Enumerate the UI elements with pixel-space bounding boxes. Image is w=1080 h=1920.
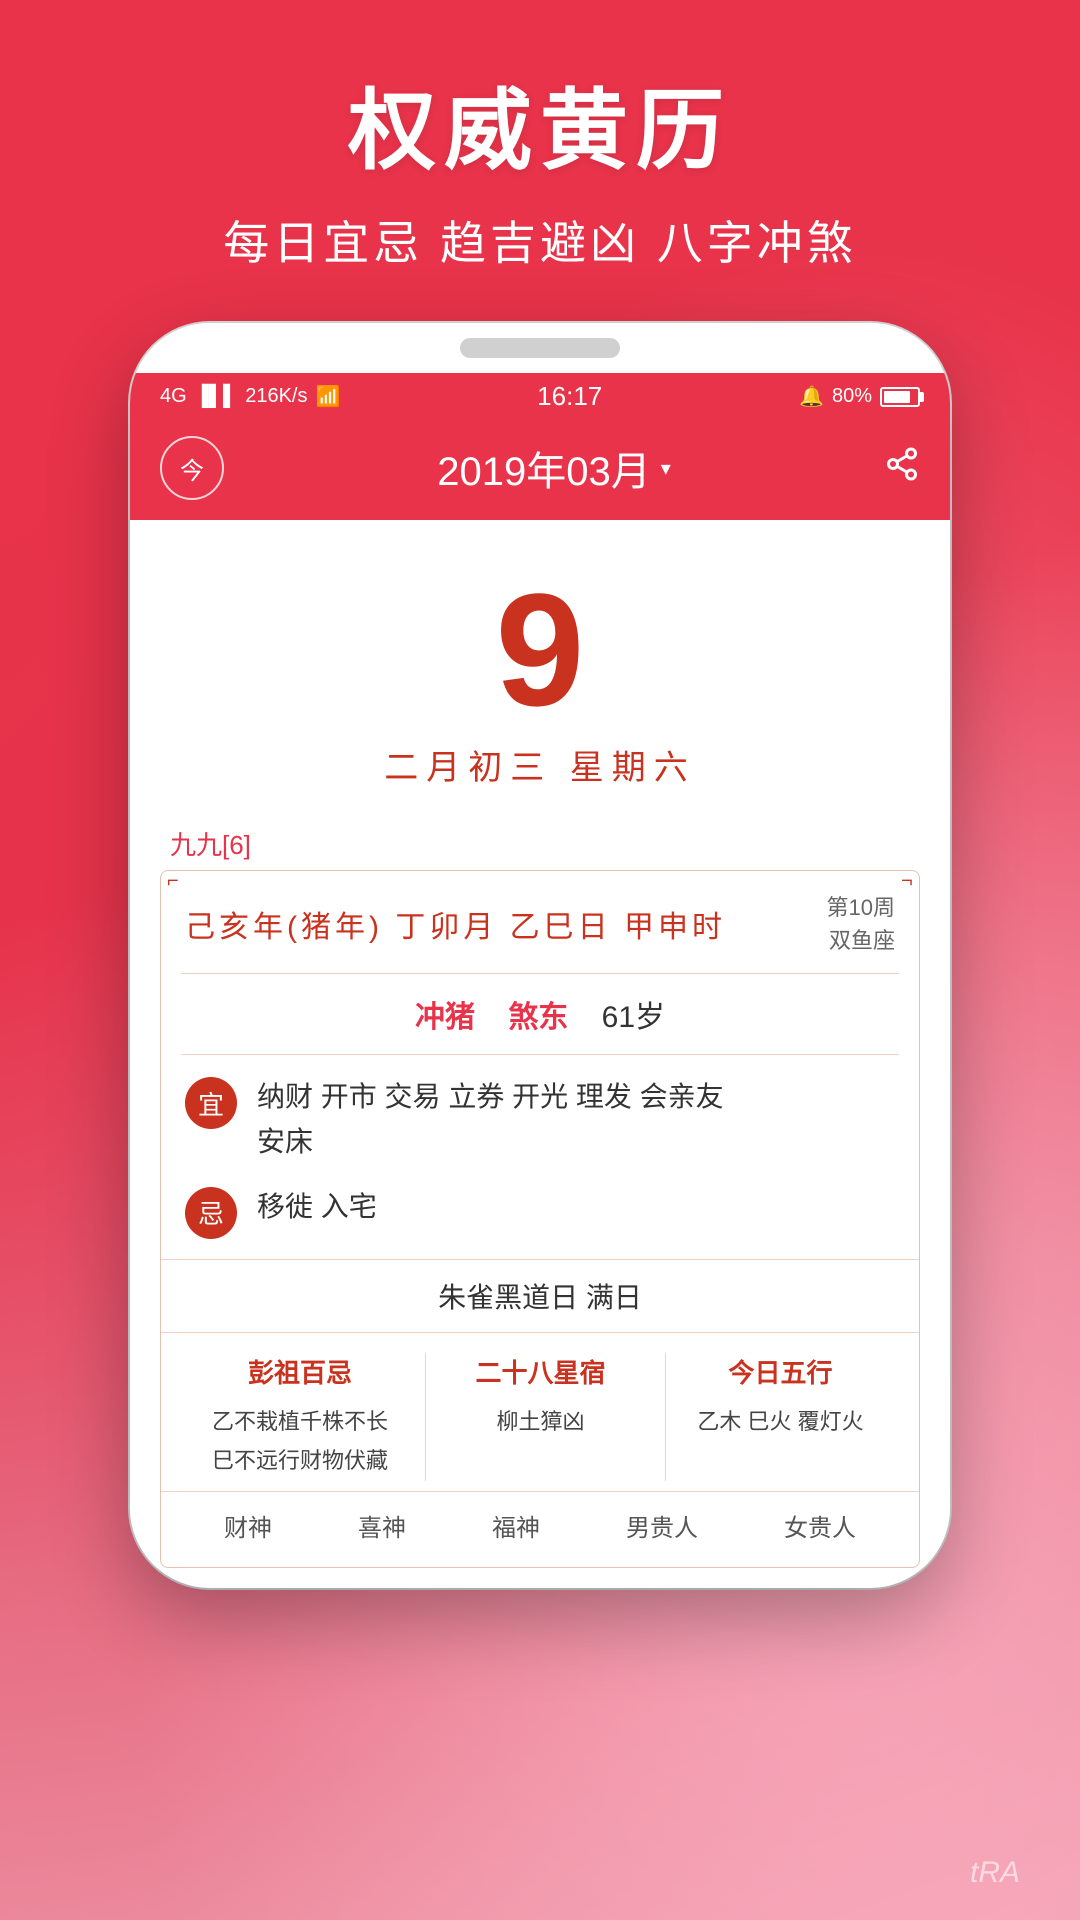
share-button[interactable] [884, 446, 920, 491]
status-bar: 4G ▐▌▌ 216K/s 📶 16:17 🔔 80% [130, 373, 950, 420]
col-pengzu-content: 乙不栽植千株不长巳不远行财物伏藏 [185, 1402, 415, 1481]
chong-row: 冲猪 煞东 61岁 [161, 974, 919, 1054]
app-header: 权威黄历 每日宜忌 趋吉避凶 八字冲煞 [223, 0, 857, 273]
col-wuxing-header: 今日五行 [666, 1353, 895, 1390]
app-navbar: 今 2019年03月 ▾ [130, 420, 950, 520]
chong-age: 61岁 [602, 1001, 665, 1034]
month-title-text: 2019年03月 [437, 439, 650, 497]
yi-row: 宜 纳财 开市 交易 立券 开光 理发 会亲友安床 [185, 1065, 895, 1175]
ganzhi-row: 己亥年(猪年) 丁卯月 乙巳日 甲申时 第10周 双鱼座 [161, 871, 919, 973]
zodiac: 双鱼座 [827, 924, 895, 957]
bottom-labels: 财神 喜神 福神 男贵人 女贵人 [161, 1491, 919, 1567]
label-nan-guiren: 男贵人 [626, 1508, 698, 1543]
dropdown-arrow-icon: ▾ [661, 456, 671, 481]
phone-speaker [460, 338, 620, 358]
info-card: 己亥年(猪年) 丁卯月 乙巳日 甲申时 第10周 双鱼座 冲猪 煞东 61岁 [160, 870, 920, 1568]
col-wuxing: 今日五行 乙木 巳火 覆灯火 [665, 1353, 895, 1481]
phone-top [130, 323, 950, 373]
col-stars-content: 柳土獐凶 [426, 1402, 655, 1442]
phone-frame: 4G ▐▌▌ 216K/s 📶 16:17 🔔 80% 今 2019年03月 ▾ [130, 323, 950, 1588]
status-right: 🔔 80% [799, 384, 920, 409]
col-pengzu-header: 彭祖百忌 [185, 1353, 415, 1390]
three-columns: 彭祖百忌 乙不栽植千株不长巳不远行财物伏藏 二十八星宿 柳土獐凶 今日五行 [161, 1333, 919, 1491]
wifi-icon: 📶 [315, 384, 340, 409]
network-indicator: 4G [160, 385, 187, 408]
lunar-date: 二月初三 星期六 [130, 740, 950, 789]
col-pengzu: 彭祖百忌 乙不栽植千株不长巳不远行财物伏藏 [185, 1353, 415, 1481]
ji-text: 移徙 入宅 [257, 1185, 895, 1230]
status-time: 16:17 [537, 381, 602, 412]
battery-fill [884, 391, 910, 403]
battery-icon [880, 387, 920, 407]
ganzhi-sub: 第10周 双鱼座 [827, 891, 895, 957]
app-subtitle: 每日宜忌 趋吉避凶 八字冲煞 [223, 207, 857, 273]
ji-row: 忌 移徙 入宅 [185, 1175, 895, 1249]
ganzhi-main: 己亥年(猪年) 丁卯月 乙巳日 甲申时 [185, 902, 726, 946]
chong-label1: 冲猪 [415, 1001, 475, 1034]
speed-indicator: 216K/s [245, 385, 307, 408]
label-xishen: 喜神 [358, 1508, 406, 1543]
col-stars-header: 二十八星宿 [426, 1353, 655, 1390]
watermark: tRA [970, 1856, 1020, 1890]
month-selector[interactable]: 2019年03月 ▾ [437, 439, 671, 497]
yi-text: 纳财 开市 交易 立券 开光 理发 会亲友安床 [257, 1075, 895, 1165]
label-fushen: 福神 [492, 1508, 540, 1543]
calendar-body: 9 二月初三 星期六 九九[6] 己亥年(猪年) 丁卯月 乙巳日 甲申时 第10… [130, 520, 950, 1568]
yi-badge: 宜 [185, 1077, 237, 1129]
label-nv-guiren: 女贵人 [784, 1508, 856, 1543]
date-display: 9 二月初三 星期六 [130, 520, 950, 809]
status-left: 4G ▐▌▌ 216K/s 📶 [160, 384, 340, 409]
chong-label2: 煞东 [508, 1001, 568, 1034]
day-number: 9 [130, 570, 950, 730]
week-number: 第10周 [827, 891, 895, 924]
label-caishen: 财神 [224, 1508, 272, 1543]
nine-nine-label: 九九[6] [130, 809, 950, 870]
ji-badge: 忌 [185, 1187, 237, 1239]
yi-ji-section: 宜 纳财 开市 交易 立券 开光 理发 会亲友安床 忌 移徙 入宅 [161, 1055, 919, 1259]
blackday-row: 朱雀黑道日 满日 [161, 1259, 919, 1333]
signal-icon: ▐▌▌ [195, 385, 238, 408]
today-button[interactable]: 今 [160, 436, 224, 500]
col-wuxing-content: 乙木 巳火 覆灯火 [666, 1402, 895, 1442]
app-title: 权威黄历 [223, 60, 857, 187]
alarm-icon: 🔔 [799, 384, 824, 409]
battery-percent: 80% [832, 385, 872, 408]
col-stars: 二十八星宿 柳土獐凶 [425, 1353, 655, 1481]
